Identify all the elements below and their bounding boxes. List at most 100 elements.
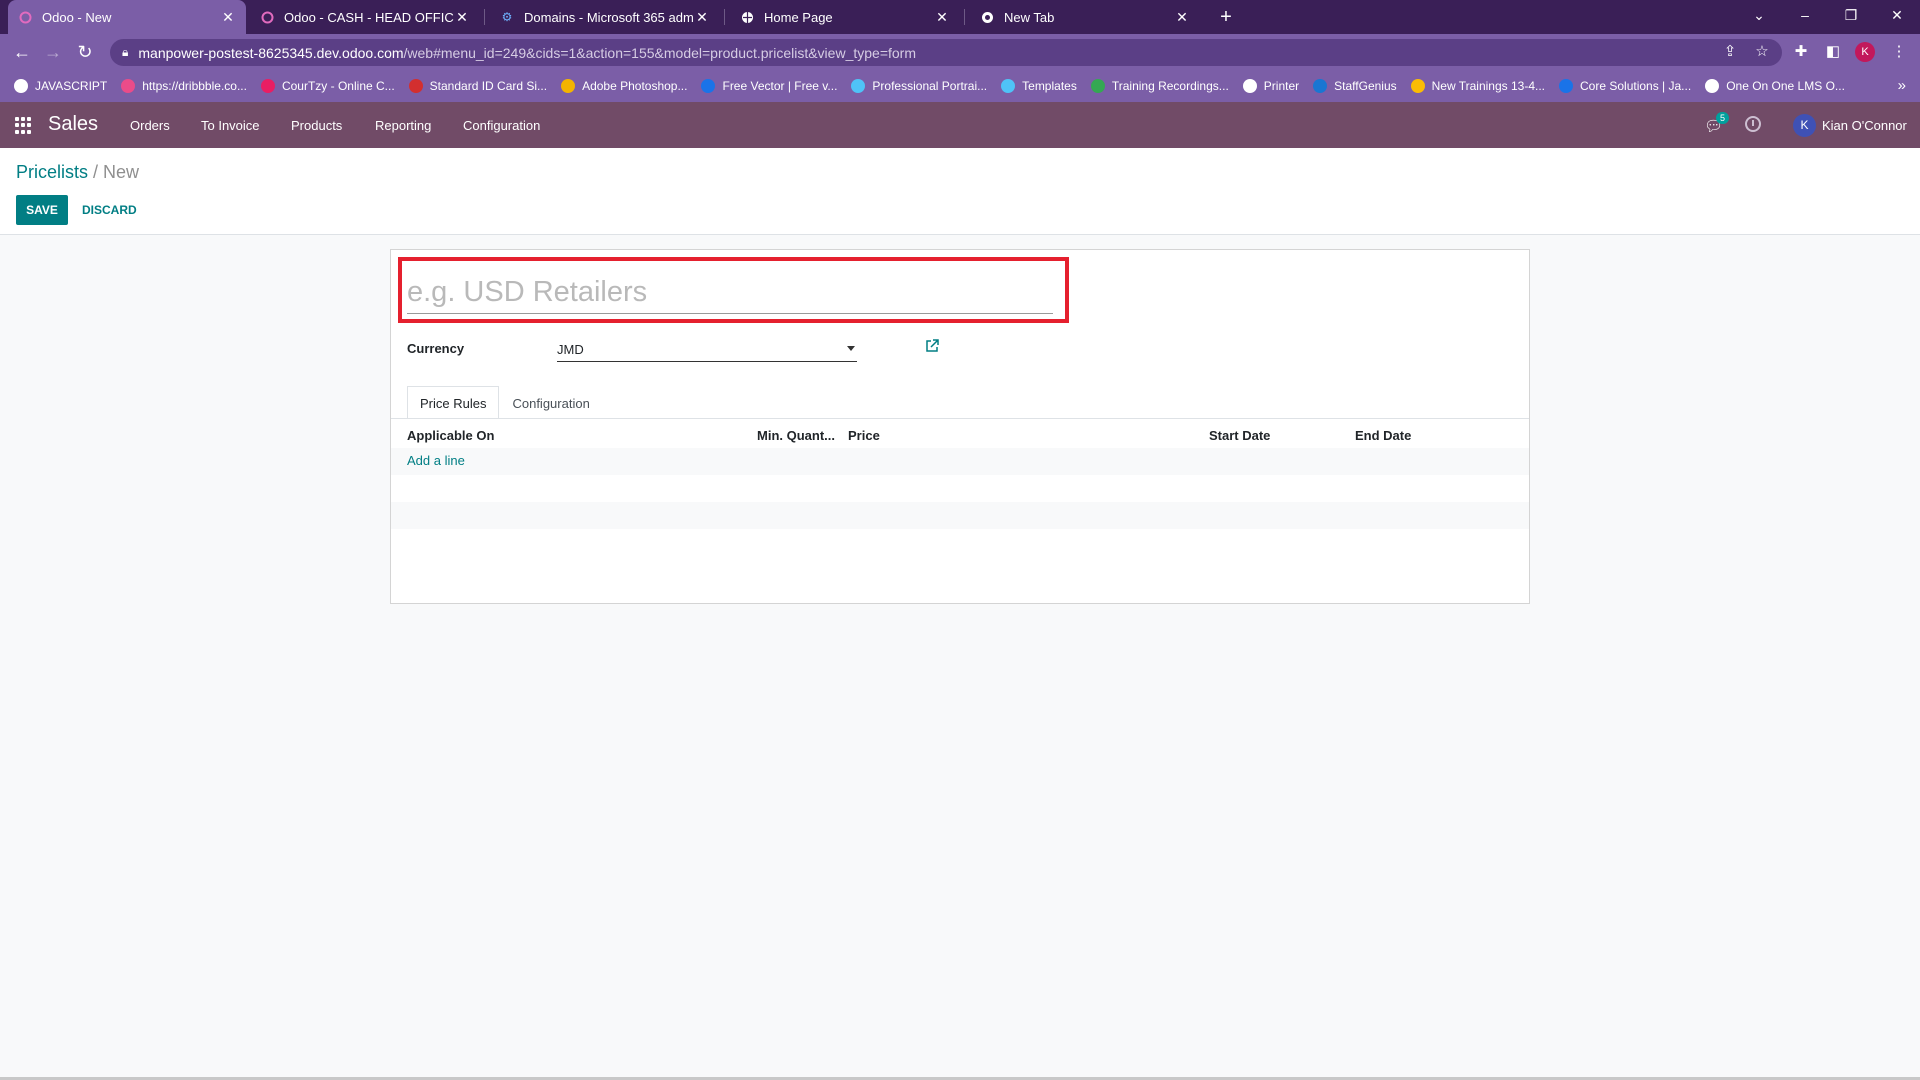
bookmark-item[interactable]: https://dribbble.co... — [121, 79, 247, 93]
bookmark-label: Adobe Photoshop... — [582, 79, 688, 93]
reload-icon[interactable]: ↻ — [73, 40, 97, 64]
chevron-down-icon[interactable] — [847, 346, 855, 351]
close-tab-icon[interactable]: ✕ — [694, 9, 710, 26]
bookmark-favicon-icon — [1410, 79, 1425, 93]
close-window-button[interactable]: ✕ — [1874, 0, 1920, 34]
new-tab-button[interactable]: + — [1214, 5, 1238, 29]
bookmark-item[interactable]: Standard ID Card Si... — [408, 79, 548, 93]
bookmark-item[interactable]: JAVASCRIPT — [14, 79, 107, 93]
browser-toolbar: ← → ↻ 🔒︎ manpower-postest-8625345.dev.od… — [0, 34, 1920, 70]
browser-tab-domains[interactable]: ⚙ Domains - Microsoft 365 admin c ✕ — [490, 0, 720, 34]
menu-reporting[interactable]: Reporting — [375, 118, 431, 133]
bookmark-label: Free Vector | Free v... — [722, 79, 838, 93]
address-bar[interactable]: 🔒︎ manpower-postest-8625345.dev.odoo.com… — [110, 39, 1782, 66]
bookmark-favicon-icon — [408, 79, 423, 93]
chrome-icon — [980, 10, 994, 24]
bookmark-item[interactable]: StaffGenius — [1313, 79, 1397, 93]
tab-title: Home Page — [764, 9, 833, 25]
odoo-navbar: Sales Orders To Invoice Products Reporti… — [0, 102, 1920, 148]
bookmark-item[interactable]: One On One LMS O... — [1705, 79, 1845, 93]
external-link-icon[interactable] — [925, 339, 939, 356]
add-a-line-link[interactable]: Add a line — [407, 453, 465, 468]
bookmark-favicon-icon — [561, 79, 576, 93]
browser-tab-home-page[interactable]: Home Page ✕ — [730, 0, 960, 34]
pricelist-name-input[interactable] — [407, 272, 1053, 314]
close-tab-icon[interactable]: ✕ — [220, 9, 236, 26]
tab-price-rules[interactable]: Price Rules — [407, 386, 500, 419]
control-panel: Pricelists / New SAVE DISCARD — [0, 148, 1920, 235]
bookmark-item[interactable]: CourTzy - Online C... — [260, 79, 395, 93]
bookmark-label: StaffGenius — [1334, 79, 1397, 93]
extensions-icon[interactable]: ✚ — [1791, 42, 1811, 62]
bookmark-favicon-icon — [1001, 79, 1016, 93]
breadcrumb-pricelists[interactable]: Pricelists — [16, 162, 88, 182]
lock-icon: 🔒︎ — [122, 45, 129, 59]
tab-configuration[interactable]: Configuration — [499, 386, 602, 419]
tab-title: New Tab — [1004, 9, 1055, 25]
minimize-button[interactable]: – — [1782, 0, 1828, 34]
browser-tab-new-tab[interactable]: New Tab ✕ — [970, 0, 1200, 34]
bookmarks-bar: JAVASCRIPT https://dribbble.co... CourTzy … — [0, 70, 1920, 102]
bookmark-star-icon[interactable]: ☆ — [1752, 42, 1772, 62]
bookmark-label: Training Recordings... — [1111, 79, 1229, 93]
browser-tab-odoo-cash[interactable]: Odoo - CASH - HEAD OFFICE ✕ — [250, 0, 480, 34]
restore-button[interactable]: ❐ — [1828, 0, 1874, 34]
menu-configuration[interactable]: Configuration — [463, 118, 540, 133]
form-sheet: Currency JMD Price Rules Configuration A… — [390, 249, 1530, 604]
bookmark-item[interactable]: Free Vector | Free v... — [701, 79, 837, 93]
bookmark-favicon-icon — [1559, 79, 1574, 93]
column-applicable-on[interactable]: Applicable On — [407, 428, 494, 443]
close-tab-icon[interactable]: ✕ — [1174, 9, 1190, 26]
share-icon[interactable]: ⇪ — [1720, 42, 1740, 62]
bookmark-item[interactable]: Printer — [1242, 79, 1299, 93]
bookmark-item[interactable]: New Trainings 13-4... — [1410, 79, 1546, 93]
user-avatar[interactable]: K — [1793, 114, 1816, 137]
more-bookmarks-icon[interactable]: » — [1898, 77, 1906, 94]
odoo-icon — [260, 10, 274, 24]
bookmark-label: Standard ID Card Si... — [429, 79, 548, 93]
column-price[interactable]: Price — [848, 428, 880, 443]
more-menu-icon[interactable]: ⋮ — [1889, 42, 1909, 62]
save-button[interactable]: SAVE — [16, 195, 68, 225]
table-row — [391, 502, 1529, 529]
bookmark-label: CourTzy - Online C... — [281, 79, 395, 93]
tab-title: Domains - Microsoft 365 admin c — [524, 9, 694, 25]
activity-clock-icon[interactable] — [1745, 116, 1761, 132]
microsoft-admin-icon: ⚙ — [501, 10, 513, 24]
app-name[interactable]: Sales — [48, 113, 98, 136]
bookmark-favicon-icon — [260, 79, 275, 93]
bookmark-favicon-icon — [1313, 79, 1328, 93]
column-end-date[interactable]: End Date — [1355, 428, 1411, 443]
back-arrow-icon[interactable]: ← — [10, 40, 34, 64]
bookmark-favicon-icon — [1705, 79, 1720, 93]
bookmark-label: New Trainings 13-4... — [1431, 79, 1546, 93]
bookmark-label: JAVASCRIPT — [35, 79, 108, 93]
menu-products[interactable]: Products — [291, 118, 342, 133]
user-name[interactable]: Kian O'Connor — [1822, 118, 1907, 133]
discard-button[interactable]: DISCARD — [74, 195, 145, 225]
close-tab-icon[interactable]: ✕ — [454, 9, 470, 26]
side-panel-icon[interactable]: ◧ — [1823, 42, 1843, 62]
bookmark-item[interactable]: Core Solutions | Ja... — [1559, 79, 1691, 93]
menu-orders[interactable]: Orders — [130, 118, 170, 133]
apps-menu-icon[interactable] — [15, 117, 32, 134]
browser-tab-odoo-new[interactable]: Odoo - New ✕ — [8, 0, 246, 34]
bookmark-item[interactable]: Adobe Photoshop... — [561, 79, 687, 93]
bookmark-favicon-icon — [1090, 79, 1105, 93]
forward-arrow-icon[interactable]: → — [41, 40, 65, 64]
profile-avatar[interactable]: K — [1855, 42, 1875, 62]
bookmark-favicon-icon — [1242, 79, 1257, 93]
currency-select[interactable]: JMD — [557, 342, 857, 362]
column-min-quantity[interactable]: Min. Quant... — [757, 428, 835, 443]
column-start-date[interactable]: Start Date — [1209, 428, 1270, 443]
menu-to-invoice[interactable]: To Invoice — [201, 118, 260, 133]
bookmark-item[interactable]: Professional Portrai... — [851, 79, 987, 93]
bookmark-item[interactable]: Templates — [1001, 79, 1077, 93]
tab-search-icon[interactable]: ⌄ — [1736, 0, 1782, 34]
form-tabs: Price Rules Configuration — [407, 386, 603, 419]
globe-icon — [740, 10, 754, 24]
browser-tab-strip: Odoo - New ✕ Odoo - CASH - HEAD OFFICE ✕… — [0, 0, 1920, 34]
bookmark-item[interactable]: Training Recordings... — [1090, 79, 1229, 93]
close-tab-icon[interactable]: ✕ — [934, 9, 950, 26]
chat-count-badge: 5 — [1716, 112, 1729, 124]
